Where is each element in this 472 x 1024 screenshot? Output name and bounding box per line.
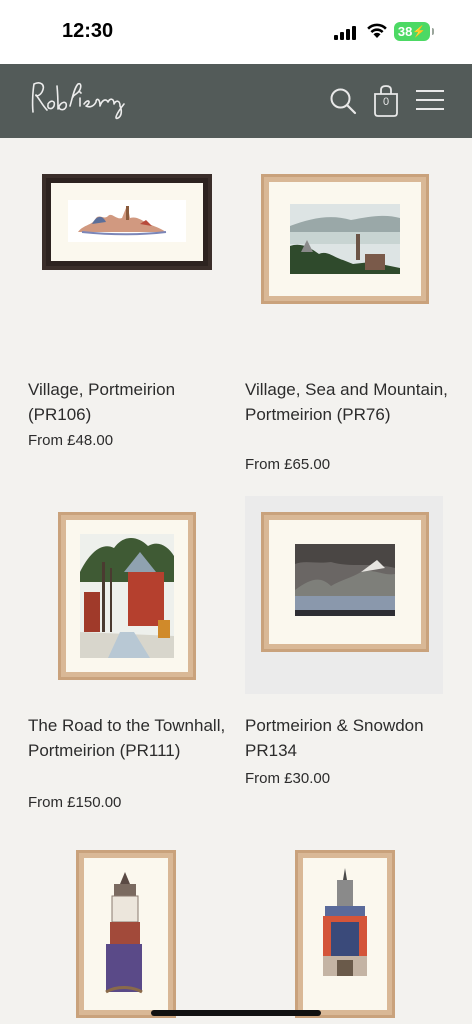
- product-price: From £150.00: [28, 794, 122, 811]
- battery-level: 38: [397, 24, 413, 39]
- product-image[interactable]: [42, 174, 212, 270]
- product-image[interactable]: [261, 174, 429, 304]
- product-price: From £30.00: [245, 770, 331, 787]
- status-bar: 12:30 38 ⚡: [0, 0, 472, 64]
- logo[interactable]: [30, 76, 130, 127]
- product-card[interactable]: Village, Sea and Mountain, Portmeirion (…: [245, 170, 455, 480]
- status-time: 12:30: [62, 20, 114, 42]
- product-title[interactable]: The Road to the Townhall, Portmeirion (P…: [28, 714, 238, 763]
- menu-button[interactable]: [416, 88, 444, 112]
- product-image[interactable]: [295, 850, 395, 1018]
- cart-button[interactable]: 0: [372, 84, 400, 118]
- product-price: From £48.00: [28, 432, 114, 449]
- search-icon: [330, 88, 357, 115]
- product-title[interactable]: Village, Portmeirion (PR106): [28, 378, 238, 427]
- product-title[interactable]: Portmeirion & Snowdon PR134: [245, 714, 455, 763]
- product-title[interactable]: Village, Sea and Mountain, Portmeirion (…: [245, 378, 455, 427]
- product-image[interactable]: [76, 850, 176, 1018]
- product-card[interactable]: Village, Portmeirion (PR106) From £48.00: [28, 170, 228, 460]
- wifi-icon: [367, 23, 387, 38]
- product-price: From £65.00: [245, 456, 331, 473]
- product-image[interactable]: [261, 512, 429, 652]
- site-header: 0: [0, 64, 472, 138]
- product-card[interactable]: Portmeirion & Snowdon PR134 From £30.00: [245, 496, 455, 796]
- home-indicator: [151, 1010, 321, 1016]
- product-card[interactable]: [245, 848, 455, 1024]
- signal-icon: [334, 24, 358, 40]
- product-card[interactable]: [28, 848, 228, 1024]
- product-image[interactable]: [58, 512, 196, 680]
- search-button[interactable]: [328, 86, 358, 116]
- product-card[interactable]: The Road to the Townhall, Portmeirion (P…: [28, 510, 228, 820]
- battery-indicator: 38 ⚡: [394, 22, 434, 41]
- logo-signature: [31, 82, 125, 120]
- cart-count: 0: [382, 96, 390, 108]
